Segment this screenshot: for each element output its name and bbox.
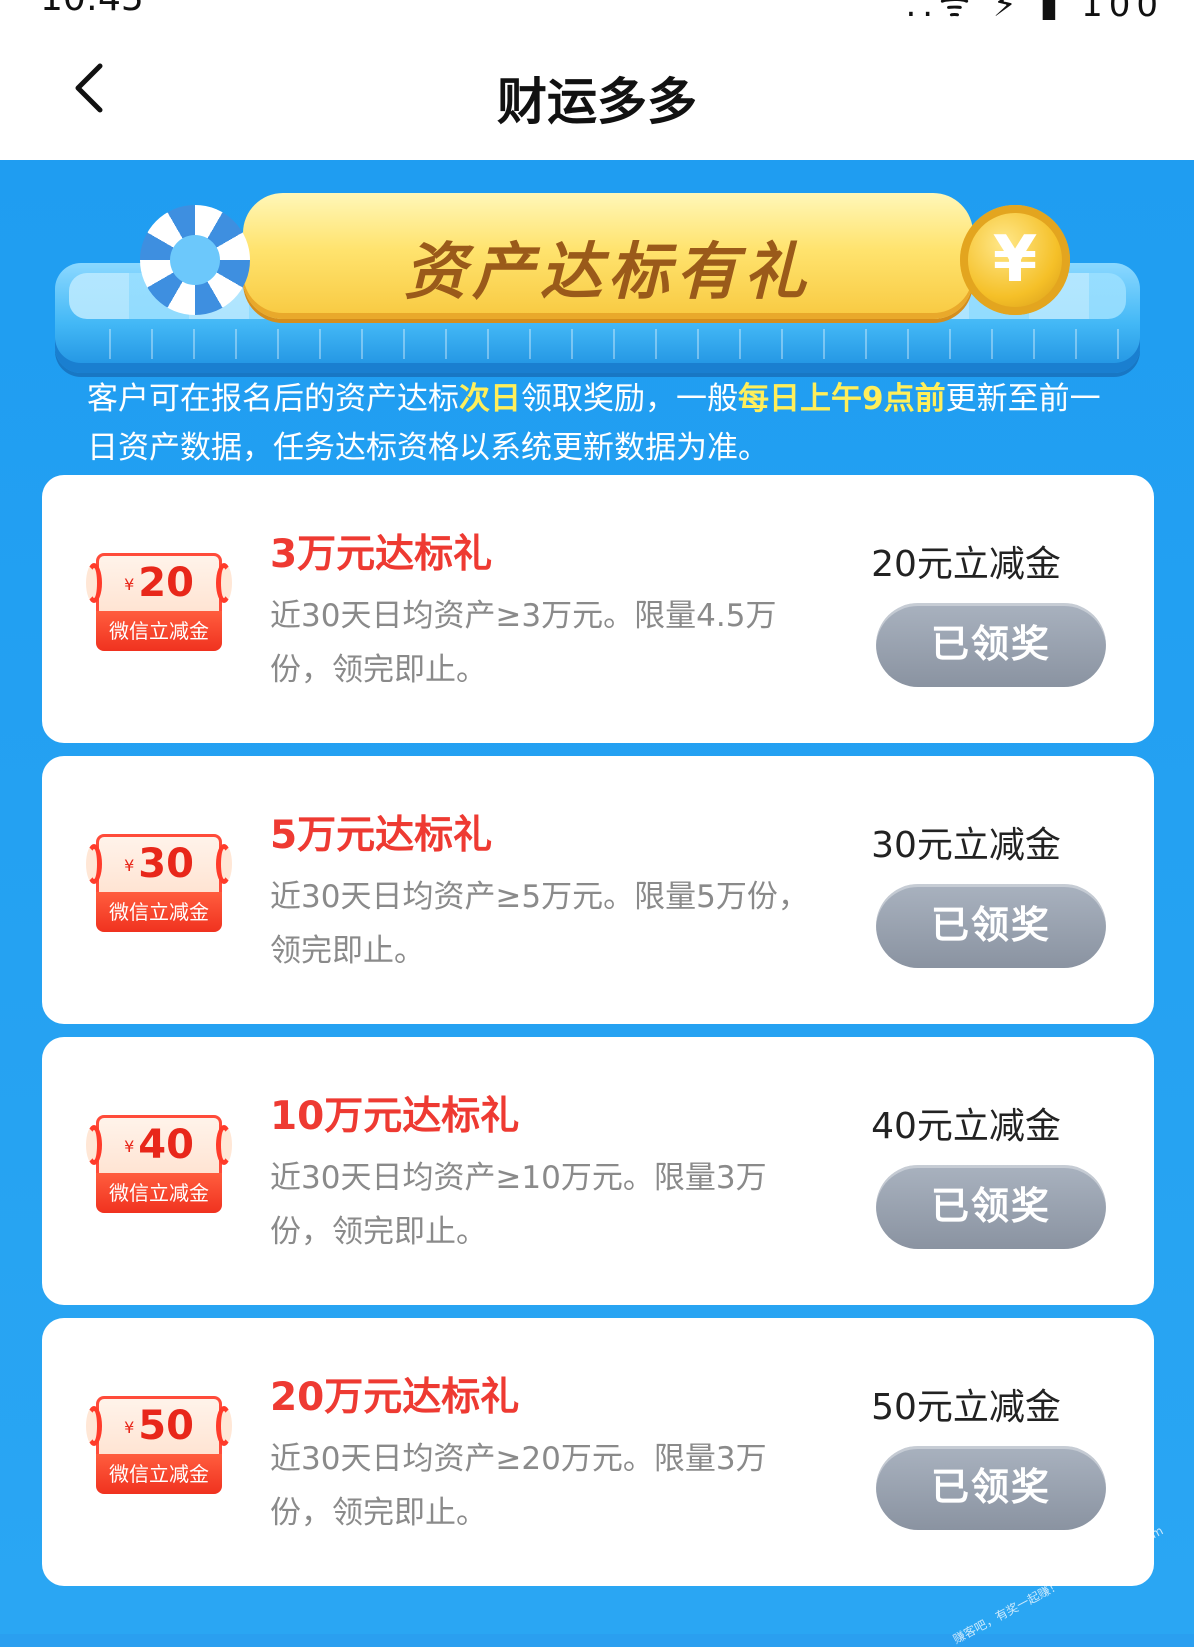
coupon-label: 微信立减金 — [96, 611, 222, 651]
promo-banner: 资产达标有礼 ¥ — [55, 185, 1140, 385]
reward-amount: 40元立减金 — [871, 1106, 1061, 1147]
reward-card: ¥40 微信立减金 10万元达标礼 近30天日均资产≥10万元。限量3万份，领完… — [42, 1037, 1154, 1305]
notice-text: 客户可在报名后的资产达标次日领取奖励，一般每日上午9点前更新至前一日资产数据，任… — [87, 381, 1101, 466]
banner-title: 资产达标有礼 — [403, 235, 812, 308]
reward-amount: 30元立减金 — [871, 825, 1061, 866]
coupon-label: 微信立减金 — [96, 1454, 222, 1494]
banner-plate: 资产达标有礼 — [243, 193, 973, 319]
card-description: 近30天日均资产≥20万元。限量3万份，领完即止。 — [270, 1441, 767, 1531]
gold-coin-icon: ¥ — [960, 205, 1070, 315]
coupon-amount: ¥50 — [124, 1403, 194, 1449]
notice-highlight-next-day: 次日 — [459, 381, 521, 417]
claimed-button[interactable]: 已领奖 — [876, 1165, 1106, 1249]
reward-amount: 50元立减金 — [871, 1387, 1061, 1428]
reward-card: ¥30 微信立减金 5万元达标礼 近30天日均资产≥5万元。限量5万份，领完即止… — [42, 756, 1154, 1024]
reward-amount: 20元立减金 — [871, 544, 1061, 585]
page-title: 财运多多 — [497, 73, 697, 131]
nav-bar: 财运多多 — [0, 20, 1194, 160]
coupon-amount: ¥40 — [124, 1122, 194, 1168]
status-bar: 10:45 ..ᯤ ⚡ ▮ 100 — [0, 0, 1194, 20]
notice-highlight-time: 每日上午9点前 — [738, 381, 946, 417]
status-time: 10:45 — [40, 0, 144, 19]
claimed-button[interactable]: 已领奖 — [876, 603, 1106, 687]
coupon-badge: ¥20 微信立减金 — [86, 553, 232, 651]
card-description: 近30天日均资产≥3万元。限量4.5万份，领完即止。 — [270, 598, 777, 688]
card-title: 20万元达标礼 — [270, 1375, 520, 1420]
coupon-amount: ¥30 — [124, 841, 194, 887]
card-title: 10万元达标礼 — [270, 1094, 520, 1139]
card-description: 近30天日均资产≥5万元。限量5万份，领完即止。 — [270, 879, 809, 969]
coupon-amount: ¥20 — [124, 560, 194, 606]
claimed-button[interactable]: 已领奖 — [876, 1446, 1106, 1530]
claimed-button[interactable]: 已领奖 — [876, 884, 1106, 968]
status-icons: ..ᯤ ⚡ ▮ 100 — [905, 0, 1164, 20]
coupon-badge: ¥30 微信立减金 — [86, 834, 232, 932]
coupon-badge: ¥50 微信立减金 — [86, 1396, 232, 1494]
coupon-label: 微信立减金 — [96, 1173, 222, 1213]
life-ring-icon — [140, 205, 250, 315]
main-content: 资产达标有礼 ¥ 客户可在报名后的资产达标次日领取奖励，一般每日上午9点前更新至… — [0, 160, 1194, 1646]
coupon-badge: ¥40 微信立减金 — [86, 1115, 232, 1213]
card-description: 近30天日均资产≥10万元。限量3万份，领完即止。 — [270, 1160, 767, 1250]
reward-card: ¥20 微信立减金 3万元达标礼 近30天日均资产≥3万元。限量4.5万份，领完… — [42, 475, 1154, 743]
coupon-label: 微信立减金 — [96, 892, 222, 932]
reward-card: ¥50 微信立减金 20万元达标礼 近30天日均资产≥20万元。限量3万份，领完… — [42, 1318, 1154, 1586]
card-title: 3万元达标礼 — [270, 532, 493, 577]
card-title: 5万元达标礼 — [270, 813, 493, 858]
